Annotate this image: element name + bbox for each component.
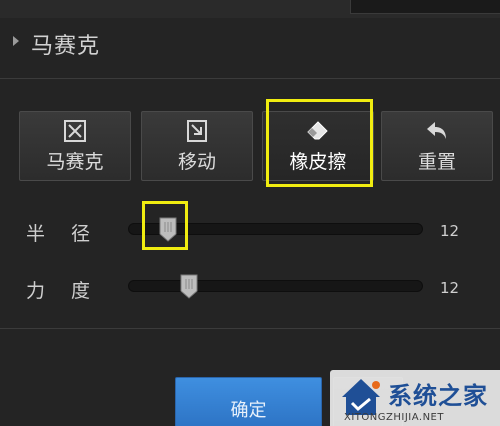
eraser-tool-label: 橡皮擦 [289,150,347,173]
watermark-name: 系统之家 [388,382,488,410]
move-tool-label: 移动 [177,150,216,173]
section-title[interactable]: 马赛克 [31,28,100,60]
eraser-tool-button[interactable]: 橡皮擦 [262,111,374,181]
eraser-icon [307,120,328,139]
move-icon [187,119,207,142]
strength-slider-thumb[interactable] [179,273,199,299]
strength-value: 12 [440,279,460,297]
confirm-label: 确定 [230,400,267,421]
mosaic-tool-label: 马赛克 [46,150,104,173]
watermark-url: XITONGZHIJIA.NET [344,412,444,423]
confirm-button[interactable]: 确定 [175,377,322,426]
top-corner-panel [350,0,500,14]
reset-tool-button[interactable]: 重置 [381,111,493,181]
radius-label: 半径 [26,223,117,245]
strength-slider-track[interactable] [128,280,423,292]
radius-slider-thumb[interactable] [158,216,178,242]
divider [0,78,500,79]
undo-arrow-icon [427,121,446,139]
expand-arrow-icon[interactable] [13,36,19,46]
mosaic-icon [64,119,86,142]
radius-value: 12 [440,222,460,240]
move-tool-button[interactable]: 移动 [141,111,253,181]
strength-label: 力度 [26,280,117,302]
divider [0,328,500,329]
mosaic-tool-button[interactable]: 马赛克 [19,111,131,181]
reset-tool-label: 重置 [417,150,456,173]
